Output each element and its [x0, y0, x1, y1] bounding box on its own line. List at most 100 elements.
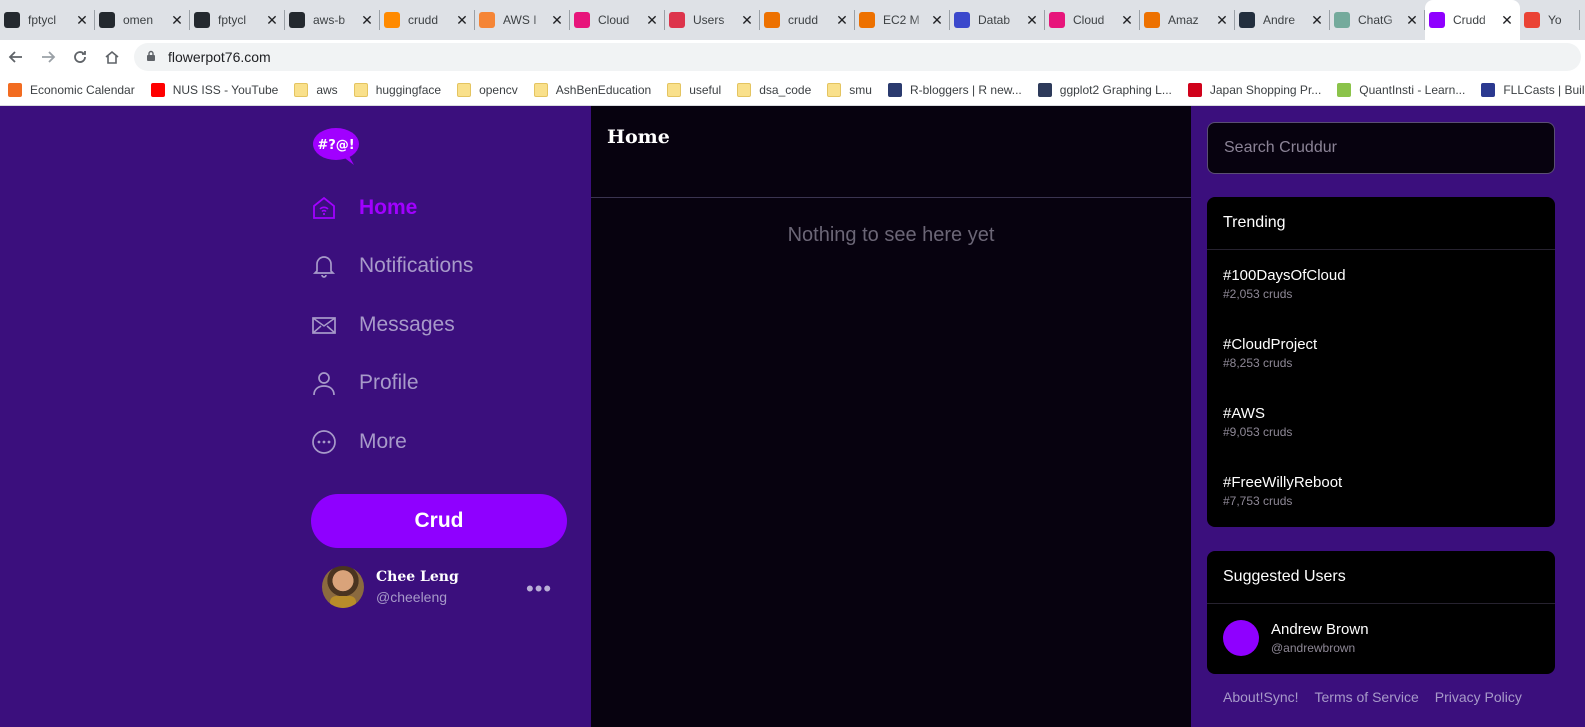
- browser-tab[interactable]: Cloud ✕: [1045, 0, 1140, 40]
- bookmark-item[interactable]: useful: [659, 82, 729, 97]
- close-tab-icon[interactable]: ✕: [835, 12, 849, 29]
- folder-icon: [353, 82, 368, 97]
- close-tab-icon[interactable]: ✕: [550, 12, 564, 29]
- bookmark-item[interactable]: R-bloggers | R new...: [880, 82, 1030, 97]
- close-tab-icon[interactable]: ✕: [1120, 12, 1134, 29]
- nav-home[interactable]: Home: [311, 192, 417, 224]
- footer-link-terms[interactable]: Terms of Service: [1315, 689, 1419, 705]
- close-tab-icon[interactable]: ✕: [75, 12, 89, 29]
- crud-button[interactable]: Crud: [311, 494, 567, 548]
- github-icon: [4, 12, 20, 28]
- bookmark-item[interactable]: ggplot2 Graphing L...: [1030, 82, 1180, 97]
- nav-profile[interactable]: Profile: [311, 367, 419, 399]
- close-tab-icon[interactable]: ✕: [930, 12, 944, 29]
- home-button[interactable]: [96, 43, 128, 71]
- left-sidebar: #?@! Home Notifications Messages Profile…: [0, 106, 591, 727]
- profile-card[interactable]: Chee Leng @cheeleng: [322, 566, 459, 608]
- profile-menu-button[interactable]: •••: [526, 576, 552, 602]
- user-icon: [311, 370, 337, 396]
- browser-tab-title: Amaz: [1168, 13, 1199, 27]
- close-tab-icon[interactable]: ✕: [645, 12, 659, 29]
- browser-tab[interactable]: aws-b ✕: [285, 0, 380, 40]
- trending-item[interactable]: #AWS #9,053 cruds: [1207, 388, 1555, 457]
- trending-count: #9,053 cruds: [1223, 425, 1293, 439]
- trending-item[interactable]: #100DaysOfCloud #2,053 cruds: [1207, 250, 1555, 319]
- profile-handle: @cheeleng: [376, 589, 448, 605]
- reload-button[interactable]: [64, 43, 96, 71]
- browser-tab[interactable]: Datab ✕: [950, 0, 1045, 40]
- trending-item[interactable]: #CloudProject #8,253 cruds: [1207, 319, 1555, 388]
- address-bar[interactable]: flowerpot76.com: [134, 43, 1581, 71]
- browser-tab[interactable]: Crudd ✕: [1425, 0, 1520, 40]
- bookmark-item[interactable]: AshBenEducation: [526, 82, 659, 97]
- browser-tab-title: crudd: [788, 13, 819, 27]
- close-tab-icon[interactable]: ✕: [1215, 12, 1229, 29]
- browser-tab[interactable]: Cloud ✕: [570, 0, 665, 40]
- trending-tag: #FreeWillyReboot: [1223, 474, 1343, 491]
- browser-tab[interactable]: fptycl ✕: [190, 0, 285, 40]
- bookmarks-bar: Economic Calendar NUS ISS - YouTube aws hug…: [0, 74, 1585, 106]
- suggested-user-handle: @andrewbrown: [1271, 641, 1356, 655]
- browser-tab-title: crudd: [408, 13, 439, 27]
- bookmark-item[interactable]: NUS ISS - YouTube: [143, 82, 287, 97]
- browser-tab[interactable]: Amaz ✕: [1140, 0, 1235, 40]
- close-tab-icon[interactable]: ✕: [360, 12, 374, 29]
- trending-count: #2,053 cruds: [1223, 287, 1293, 301]
- bookmark-item[interactable]: dsa_code: [729, 82, 819, 97]
- bookmark-item[interactable]: smu: [819, 82, 880, 97]
- browser-tab[interactable]: AWS I ✕: [475, 0, 570, 40]
- bookmark-item[interactable]: huggingface: [346, 82, 449, 97]
- nav-home-label: Home: [359, 196, 418, 219]
- footer-link-about[interactable]: About!Sync!: [1223, 689, 1299, 705]
- close-tab-icon[interactable]: ✕: [740, 12, 754, 29]
- logo-text: #?@!: [317, 138, 354, 153]
- bookmark-item[interactable]: QuantInsti - Learn...: [1329, 82, 1473, 97]
- browser-tab[interactable]: EC2 M ✕: [855, 0, 950, 40]
- bookmark-item[interactable]: opencv: [449, 82, 526, 97]
- cruddur-icon: [1429, 12, 1445, 28]
- bookmark-item[interactable]: Economic Calendar: [0, 82, 143, 97]
- nav-messages-label: Messages: [359, 313, 455, 336]
- close-tab-icon[interactable]: ✕: [1405, 12, 1419, 29]
- footer-link-privacy[interactable]: Privacy Policy: [1435, 689, 1522, 705]
- right-sidebar: Trending #100DaysOfCloud #2,053 cruds #Clo…: [1191, 106, 1585, 727]
- close-tab-icon[interactable]: ✕: [1500, 12, 1514, 29]
- search-input[interactable]: [1207, 122, 1555, 174]
- suggested-user-avatar: [1223, 620, 1259, 656]
- browser-tab[interactable]: fptycl ✕: [0, 0, 95, 40]
- browser-tab[interactable]: crudd ✕: [380, 0, 475, 40]
- bookmark-item[interactable]: FLLCasts | Buildi: [1473, 82, 1585, 97]
- back-button[interactable]: [0, 43, 32, 71]
- reload-icon: [74, 51, 86, 63]
- close-tab-icon[interactable]: ✕: [265, 12, 279, 29]
- trending-item[interactable]: #FreeWillyReboot #7,753 cruds: [1207, 457, 1555, 526]
- suggested-user-info: Andrew Brown @andrewbrown: [1271, 621, 1369, 655]
- close-tab-icon[interactable]: ✕: [1025, 12, 1039, 29]
- browser-home-icon: [105, 50, 119, 64]
- browser-tab-title: ChatG: [1358, 13, 1393, 27]
- browser-tab[interactable]: ChatG ✕: [1330, 0, 1425, 40]
- lock-icon: [146, 49, 156, 65]
- bookmark-item[interactable]: aws: [286, 82, 345, 97]
- nav-more-label: More: [359, 430, 407, 453]
- browser-tab[interactable]: Users ✕: [665, 0, 760, 40]
- close-tab-icon[interactable]: ✕: [170, 12, 184, 29]
- browser-tab[interactable]: crudd ✕: [760, 0, 855, 40]
- bookmark-label: smu: [849, 82, 872, 97]
- forward-button[interactable]: [32, 43, 64, 71]
- github-icon: [289, 12, 305, 28]
- nav-messages[interactable]: Messages: [311, 309, 455, 341]
- nav-more[interactable]: More: [311, 426, 407, 458]
- browser-tab[interactable]: omen ✕: [95, 0, 190, 40]
- close-tab-icon[interactable]: ✕: [1310, 12, 1324, 29]
- suggested-user[interactable]: Andrew Brown @andrewbrown: [1207, 604, 1555, 672]
- nav-notifications[interactable]: Notifications: [311, 250, 473, 282]
- browser-tab-title: Yo: [1548, 13, 1562, 27]
- browser-tab[interactable]: Andre ✕: [1235, 0, 1330, 40]
- bookmark-label: useful: [689, 82, 722, 97]
- cruddur-logo[interactable]: #?@!: [312, 126, 360, 166]
- bookmark-item[interactable]: Japan Shopping Pr...: [1180, 82, 1329, 97]
- browser-tab[interactable]: Yo: [1520, 0, 1580, 40]
- close-tab-icon[interactable]: ✕: [455, 12, 469, 29]
- japan-icon: [1187, 82, 1202, 97]
